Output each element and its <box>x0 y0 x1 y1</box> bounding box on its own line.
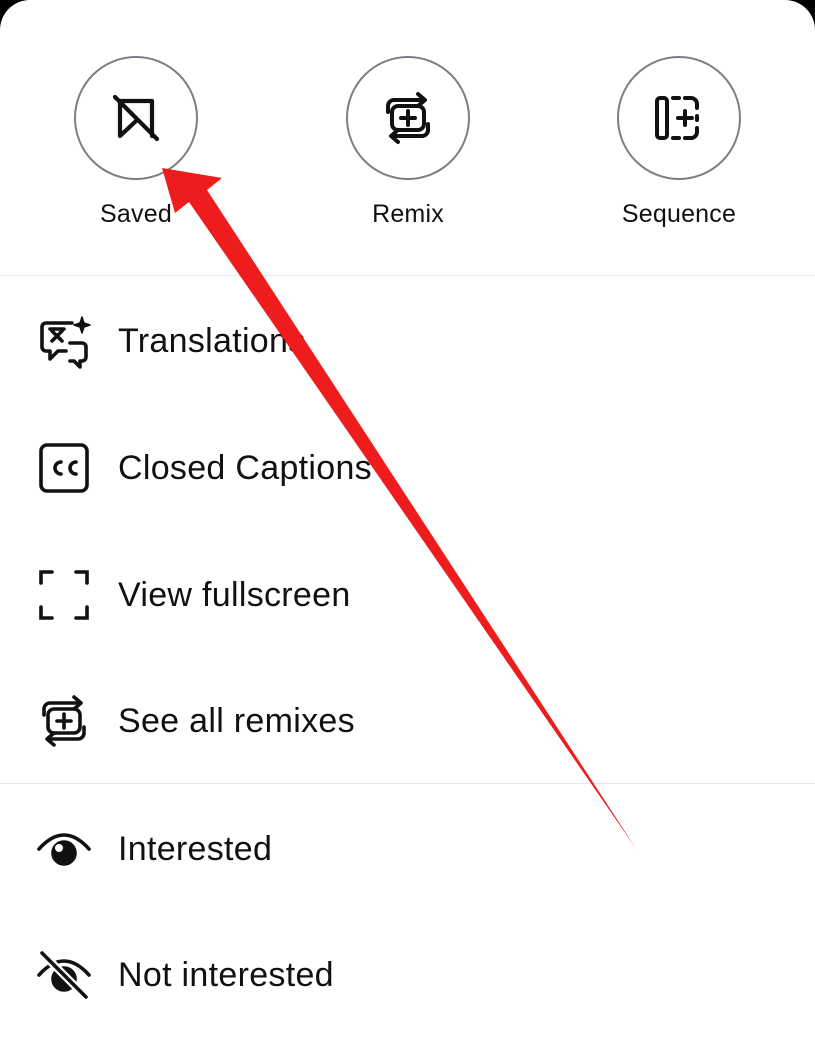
eye-icon <box>36 821 92 877</box>
remix-action[interactable]: Remix <box>308 56 508 246</box>
menu-item-label: View fullscreen <box>118 575 351 614</box>
eye-off-icon <box>36 947 92 1003</box>
saved-label: Saved <box>100 200 172 228</box>
menu-item-closed-captions[interactable]: Closed Captions <box>0 418 815 518</box>
remix-icon <box>378 88 438 148</box>
sequence-button[interactable] <box>617 56 741 180</box>
divider <box>0 783 815 784</box>
menu-item-view-fullscreen[interactable]: View fullscreen <box>0 545 815 645</box>
menu-item-label: Translations <box>118 321 306 360</box>
menu-item-see-all-remixes[interactable]: See all remixes <box>0 671 815 771</box>
sequence-icon <box>649 88 709 148</box>
saved-action[interactable]: Saved <box>36 56 236 246</box>
top-actions-row: Saved Remix Sequence <box>0 0 815 276</box>
divider <box>0 275 815 276</box>
menu-item-not-interested[interactable]: Not interested <box>0 925 815 1025</box>
saved-button[interactable] <box>74 56 198 180</box>
menu-item-label: Interested <box>118 829 273 868</box>
remix-icon <box>36 693 92 749</box>
translations-icon <box>36 313 92 369</box>
menu-item-label: Closed Captions <box>118 448 372 487</box>
remix-label: Remix <box>372 200 444 228</box>
bottom-sheet: Saved Remix Sequence Translations Closed… <box>0 0 815 1040</box>
menu-item-label: Not interested <box>118 955 334 994</box>
menu-item-interested[interactable]: Interested <box>0 799 815 899</box>
menu-item-translations[interactable]: Translations <box>0 291 815 391</box>
sequence-action[interactable]: Sequence <box>579 56 779 246</box>
saved-off-icon <box>106 88 166 148</box>
remix-button[interactable] <box>346 56 470 180</box>
sequence-label: Sequence <box>621 200 737 228</box>
closed-captions-icon <box>36 440 92 496</box>
menu-item-label: See all remixes <box>118 701 355 740</box>
fullscreen-icon <box>36 567 92 623</box>
